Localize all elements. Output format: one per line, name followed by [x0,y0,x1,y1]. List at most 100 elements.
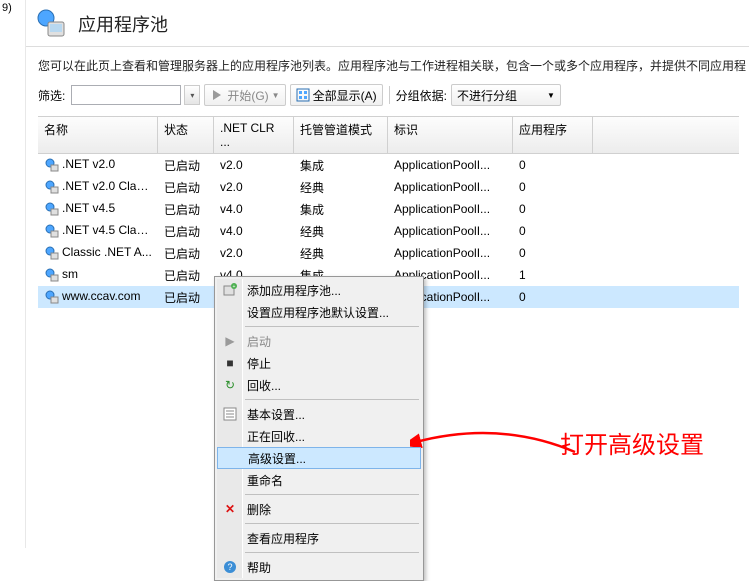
callout-text: 打开高级设置 [560,430,704,461]
cell-name: .NET v4.5 Clas... [62,223,152,237]
menu-separator [245,523,419,524]
cell-name: .NET v2.0 [62,157,115,171]
cell-apps: 0 [513,200,593,218]
app-pool-icon [44,179,60,195]
blank-icon [223,450,239,466]
cell-name: .NET v4.5 [62,201,115,215]
add-pool-icon: + [222,282,238,298]
menu-item[interactable]: ■停止 [217,352,421,374]
table-row[interactable]: .NET v2.0 Clas... 已启动v2.0经典ApplicationPoo… [38,176,739,198]
menu-item-label: 帮助 [247,559,271,576]
start-label: 开始(G) [227,87,268,104]
showall-label: 全部显示(A) [313,87,377,104]
context-menu: +添加应用程序池... 设置应用程序池默认设置... ▶启动■停止↻回收... 基本设… [214,276,424,581]
cell-apps: 0 [513,288,593,306]
app-pool-header-icon [36,8,68,40]
col-header-identity[interactable]: 标识 [388,117,513,153]
basic-icon [222,406,238,422]
menu-item: ▶启动 [217,330,421,352]
menu-item-label: 查看应用程序 [247,530,319,547]
help-icon: ? [222,559,238,575]
cell-apps: 0 [513,156,593,174]
table-row[interactable]: Classic .NET A...已启动v2.0经典ApplicationPoo… [38,242,739,264]
col-header-clr[interactable]: .NET CLR ... [214,117,294,153]
filter-input[interactable] [71,85,181,105]
cell-identity: ApplicationPoolI... [388,178,513,196]
arrow-annotation [410,410,580,455]
groupby-label: 分组依据: [396,87,447,104]
blank-icon [222,530,238,546]
app-pool-icon [44,267,60,283]
cell-clr: v2.0 [214,156,294,174]
menu-item-label: 设置应用程序池默认设置... [247,304,389,321]
col-header-apps[interactable]: 应用程序 [513,117,593,153]
menu-item[interactable]: 高级设置... [217,447,421,469]
menu-separator [245,552,419,553]
play-icon [210,88,224,102]
cell-clr: v2.0 [214,244,294,262]
col-header-pipeline[interactable]: 托管管道模式 [294,117,388,153]
table-row[interactable]: .NET v4.5已启动v4.0集成ApplicationPoolI...0 [38,198,739,220]
cell-pipeline: 经典 [294,177,388,198]
app-pool-icon [44,157,60,173]
blank-icon [222,304,238,320]
chevron-down-icon: ▼ [547,91,555,100]
app-pool-icon [44,201,60,217]
groupby-select[interactable]: 不进行分组 ▼ [451,84,561,106]
cell-name: www.ccav.com [62,289,140,303]
recycle-icon: ↻ [222,377,238,393]
menu-item[interactable]: ? 帮助 [217,556,421,578]
menu-item[interactable]: 查看应用程序 [217,527,421,549]
cell-clr: v4.0 [214,222,294,240]
menu-item[interactable]: ↻回收... [217,374,421,396]
cell-state: 已启动 [158,287,214,308]
groupby-value: 不进行分组 [457,87,517,104]
filter-dropdown[interactable]: ▾ [184,85,200,105]
cell-pipeline: 集成 [294,155,388,176]
cell-apps: 1 [513,266,593,284]
menu-item[interactable]: ✕ 删除 [217,498,421,520]
menu-item[interactable]: +添加应用程序池... [217,279,421,301]
cell-name: sm [62,267,78,281]
table-row[interactable]: .NET v4.5 Clas...已启动v4.0经典ApplicationPoo… [38,220,739,242]
menu-separator [245,399,419,400]
menu-item[interactable]: 基本设置... [217,403,421,425]
page-header: 应用程序池 [26,0,749,47]
cell-state: 已启动 [158,177,214,198]
menu-separator [245,494,419,495]
col-header-state[interactable]: 状态 [158,117,214,153]
menu-item-label: 高级设置... [248,450,306,467]
table-row[interactable]: .NET v2.0已启动v2.0集成ApplicationPoolI...0 [38,154,739,176]
menu-item-label: 正在回收... [247,428,305,445]
menu-item-label: 删除 [247,501,271,518]
page-description: 您可以在此页上查看和管理服务器上的应用程序池列表。应用程序池与工作进程相关联，包… [0,47,749,80]
menu-item[interactable]: 正在回收... [217,425,421,447]
app-pool-icon [44,223,60,239]
menu-item[interactable]: 重命名 [217,469,421,491]
cell-identity: ApplicationPoolI... [388,222,513,240]
cell-state: 已启动 [158,199,214,220]
cell-apps: 0 [513,244,593,262]
menu-item-label: 启动 [247,333,271,350]
chevron-down-icon: ▼ [272,91,280,100]
cell-apps: 0 [513,178,593,196]
svg-text:+: + [233,284,236,290]
cell-name: .NET v2.0 Clas... [62,179,152,193]
blank-icon [222,428,238,444]
menu-item[interactable]: 设置应用程序池默认设置... [217,301,421,323]
filter-label: 筛选: [38,87,65,104]
app-pool-icon [44,289,60,305]
cell-pipeline: 集成 [294,199,388,220]
app-pool-icon [44,245,60,261]
cell-clr: v2.0 [214,178,294,196]
cell-state: 已启动 [158,243,214,264]
left-panel-label: 9) [2,2,12,14]
toolbar-separator [389,86,390,104]
page-title: 应用程序池 [78,11,168,37]
cell-state: 已启动 [158,265,214,286]
delete-icon: ✕ [222,501,238,517]
start-button[interactable]: 开始(G) ▼ [204,84,285,106]
show-all-button[interactable]: 全部显示(A) [290,84,383,106]
col-header-name[interactable]: 名称 [38,117,158,153]
cell-apps: 0 [513,222,593,240]
